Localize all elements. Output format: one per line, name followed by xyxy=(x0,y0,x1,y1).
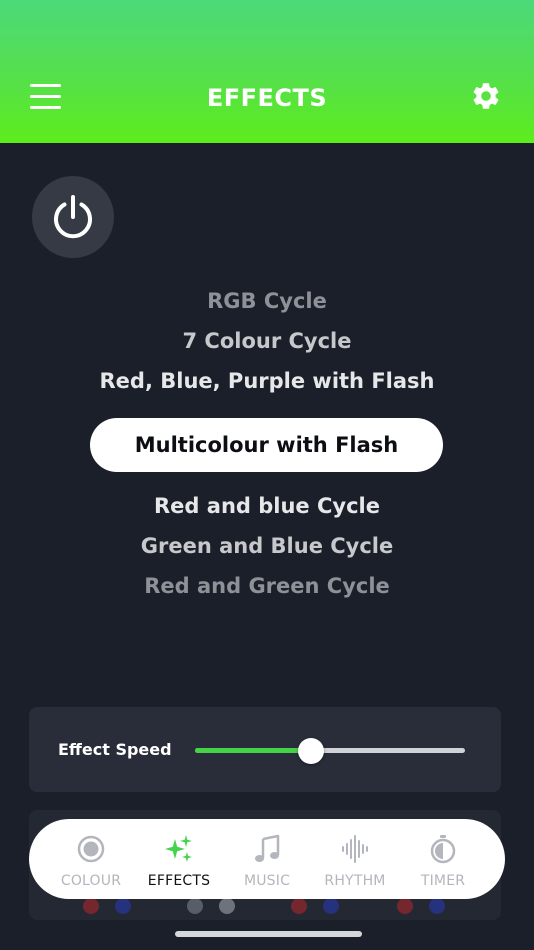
waveform-icon xyxy=(342,835,368,863)
tab-label: TIMER xyxy=(420,873,466,889)
effect-item-selected[interactable]: Multicolour with Flash xyxy=(90,418,443,472)
tab-colour[interactable]: COLOUR xyxy=(46,819,136,899)
power-button[interactable] xyxy=(32,176,114,258)
preset-dot xyxy=(187,898,203,914)
preset-dot xyxy=(429,898,445,914)
colour-icon xyxy=(77,835,105,863)
tab-rhythm[interactable]: RHYTHM xyxy=(310,819,400,899)
bottom-tab-bar: COLOUR EFFECTS MUSIC RHYTHM TIMER xyxy=(29,819,505,899)
preset-dot xyxy=(219,898,235,914)
timer-icon xyxy=(430,835,456,864)
tab-timer[interactable]: TIMER xyxy=(398,819,488,899)
preset-dot xyxy=(115,898,131,914)
effect-selected-label: Multicolour with Flash xyxy=(134,433,399,457)
slider-thumb[interactable] xyxy=(298,738,325,764)
slider-fill xyxy=(195,748,312,753)
effect-item-green-and-blue-cycle[interactable]: Green and Blue Cycle xyxy=(0,534,534,558)
power-icon xyxy=(54,195,92,239)
effect-speed-slider[interactable] xyxy=(195,738,465,764)
tab-effects[interactable]: EFFECTS xyxy=(134,819,224,899)
tab-label: RHYTHM xyxy=(324,873,386,889)
tab-music[interactable]: MUSIC xyxy=(222,819,312,899)
tab-label: COLOUR xyxy=(60,873,122,889)
page-title: EFFECTS xyxy=(206,84,328,112)
header-bar: EFFECTS xyxy=(0,0,534,143)
effect-speed-card: Effect Speed xyxy=(29,707,501,792)
gear-icon[interactable] xyxy=(470,80,502,112)
music-note-icon xyxy=(255,834,280,862)
tab-label: MUSIC xyxy=(243,873,291,889)
home-indicator xyxy=(175,931,362,937)
effect-item-rgb-cycle[interactable]: RGB Cycle xyxy=(0,289,534,313)
effect-item-red-and-green-cycle[interactable]: Red and Green Cycle xyxy=(0,574,534,598)
tab-label: EFFECTS xyxy=(147,873,211,889)
preset-dot xyxy=(323,898,339,914)
effect-speed-label: Effect Speed xyxy=(58,740,172,759)
preset-dot xyxy=(291,898,307,914)
sparkles-icon xyxy=(165,835,192,862)
preset-dot xyxy=(397,898,413,914)
preset-dot xyxy=(83,898,99,914)
effect-item-7-colour-cycle[interactable]: 7 Colour Cycle xyxy=(0,329,534,353)
effect-item-red-blue-purple-flash[interactable]: Red, Blue, Purple with Flash xyxy=(0,369,534,393)
effect-item-red-and-blue-cycle[interactable]: Red and blue Cycle xyxy=(0,494,534,518)
